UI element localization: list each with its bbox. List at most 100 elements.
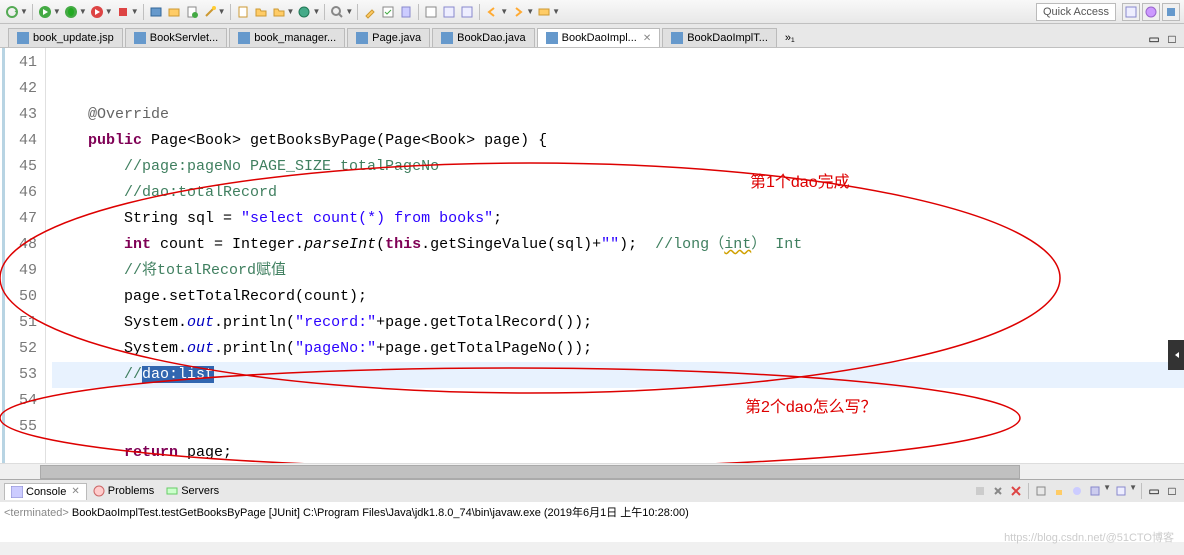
dropdown-icon[interactable]: ▼ [105,7,113,16]
dropdown-icon[interactable]: ▼ [79,7,87,16]
line-number: 54 [0,388,37,414]
code-line: //将totalRecord赋值 [52,258,1184,284]
debug-icon[interactable] [63,4,79,20]
package-icon[interactable] [166,4,182,20]
run-icon[interactable] [37,4,53,20]
wizard-icon[interactable] [202,4,218,20]
tab-book-update[interactable]: book_update.jsp [8,28,123,47]
side-collapsed-view[interactable] [1168,340,1184,370]
dropdown-icon[interactable]: ▼ [1129,483,1137,499]
remove-all-icon[interactable] [1008,483,1024,499]
tab-console[interactable]: Console ✕ [4,483,87,500]
code-editor[interactable]: @Override public Page<Book> getBooksByPa… [46,48,1184,463]
tab-label: BookDaoImplT... [687,32,768,44]
tab-servers[interactable]: Servers [160,483,225,499]
search-icon[interactable] [329,4,345,20]
collapse-icon[interactable] [536,4,552,20]
dropdown-icon[interactable]: ▼ [53,7,61,16]
java-perspective-icon[interactable] [1162,3,1180,21]
tab-bookdaoimpl[interactable]: BookDaoImpl...✕ [537,28,661,47]
code-line: //page:pageNo PAGE_SIZE totalPageNo [52,154,1184,180]
tab-label: Console [26,486,66,498]
line-number: 53 [0,362,37,388]
open-file-icon[interactable] [253,4,269,20]
close-icon[interactable]: ✕ [643,33,651,44]
scrollbar-thumb[interactable] [40,465,1020,479]
code-line: public Page<Book> getBooksByPage(Page<Bo… [52,128,1184,154]
tab-bookdao-java[interactable]: BookDao.java [432,28,535,47]
nav3-icon[interactable] [459,4,475,20]
bottom-tabs: Console ✕ Problems Servers ▼ ▼ ▭ □ [0,480,1184,502]
scroll-lock-icon[interactable] [1051,483,1067,499]
new-icon[interactable] [184,4,200,20]
dropdown-icon[interactable]: ▼ [500,7,508,16]
code-line: //dao:totalRecord [52,180,1184,206]
dropdown-icon[interactable]: ▼ [552,7,560,16]
back-icon[interactable] [484,4,500,20]
display-console-icon[interactable] [1087,483,1103,499]
line-number: 47 [0,206,37,232]
tab-book-manager[interactable]: book_manager... [229,28,345,47]
dropdown-icon[interactable]: ▼ [20,7,28,16]
open-type-icon[interactable] [296,4,312,20]
tab-bookdaoimpltest[interactable]: BookDaoImplT... [662,28,777,47]
remove-launch-icon[interactable] [990,483,1006,499]
console-icon [11,486,23,498]
stop-icon[interactable] [115,4,131,20]
dropdown-icon[interactable]: ▼ [287,7,295,16]
server-icon[interactable] [148,4,164,20]
close-icon[interactable]: ✕ [71,486,79,497]
code-line [52,388,1184,414]
pin-console-icon[interactable] [1069,483,1085,499]
horizontal-scrollbar[interactable] [0,463,1184,479]
javaee-perspective-icon[interactable] [1142,3,1160,21]
new-file-icon[interactable] [235,4,251,20]
dropdown-icon[interactable]: ▼ [345,7,353,16]
maximize-panel-icon[interactable]: □ [1164,483,1180,499]
open-perspective-icon[interactable] [1122,3,1140,21]
dropdown-icon[interactable]: ▼ [1103,483,1111,499]
refresh-icon[interactable] [4,4,20,20]
nav2-icon[interactable] [441,4,457,20]
servers-icon [166,485,178,497]
open-console-icon[interactable] [1113,483,1129,499]
dropdown-icon[interactable]: ▼ [131,7,139,16]
folder2-icon[interactable] [271,4,287,20]
tab-problems[interactable]: Problems [87,483,160,499]
cut-icon[interactable] [398,4,414,20]
quick-access-field[interactable]: Quick Access [1036,3,1116,21]
line-number: 51 [0,310,37,336]
tabs-overflow[interactable]: »₁ [779,29,801,47]
tab-page-java[interactable]: Page.java [347,28,430,47]
clear-console-icon[interactable] [1033,483,1049,499]
edit-icon[interactable] [362,4,378,20]
code-line: @Override [52,102,1184,128]
tab-bookservlet[interactable]: BookServlet... [125,28,227,47]
editor-area: 41 42 43 44 45 46 47 48 49 50 51 52 53 5… [0,48,1184,463]
line-number: 45 [0,154,37,180]
minimize-icon[interactable]: ▭ [1146,31,1162,47]
code-line [52,414,1184,440]
code-line: //dao:list [52,362,1184,388]
nav-icon[interactable] [423,4,439,20]
line-gutter: 41 42 43 44 45 46 47 48 49 50 51 52 53 5… [0,48,46,463]
code-line: return page; [52,440,1184,463]
line-number: 49 [0,258,37,284]
dropdown-icon[interactable]: ▼ [526,7,534,16]
watermark: https://blog.csdn.net/@51CTO博客 [1004,529,1174,545]
maximize-icon[interactable]: □ [1164,31,1180,47]
tab-label: Page.java [372,32,421,44]
code-line: System.out.println("pageNo:"+page.getTot… [52,336,1184,362]
code-line: page.setTotalRecord(count); [52,284,1184,310]
task-icon[interactable] [380,4,396,20]
code-line: String sql = "select count(*) from books… [52,206,1184,232]
console-action-icon[interactable] [972,483,988,499]
run-last-icon[interactable] [89,4,105,20]
dropdown-icon[interactable]: ▼ [218,7,226,16]
line-number: 43 [0,102,37,128]
line-number: 48 [0,232,37,258]
minimize-panel-icon[interactable]: ▭ [1146,483,1162,499]
forward-icon[interactable] [510,4,526,20]
dropdown-icon[interactable]: ▼ [312,7,320,16]
line-number: 55 [0,414,37,440]
